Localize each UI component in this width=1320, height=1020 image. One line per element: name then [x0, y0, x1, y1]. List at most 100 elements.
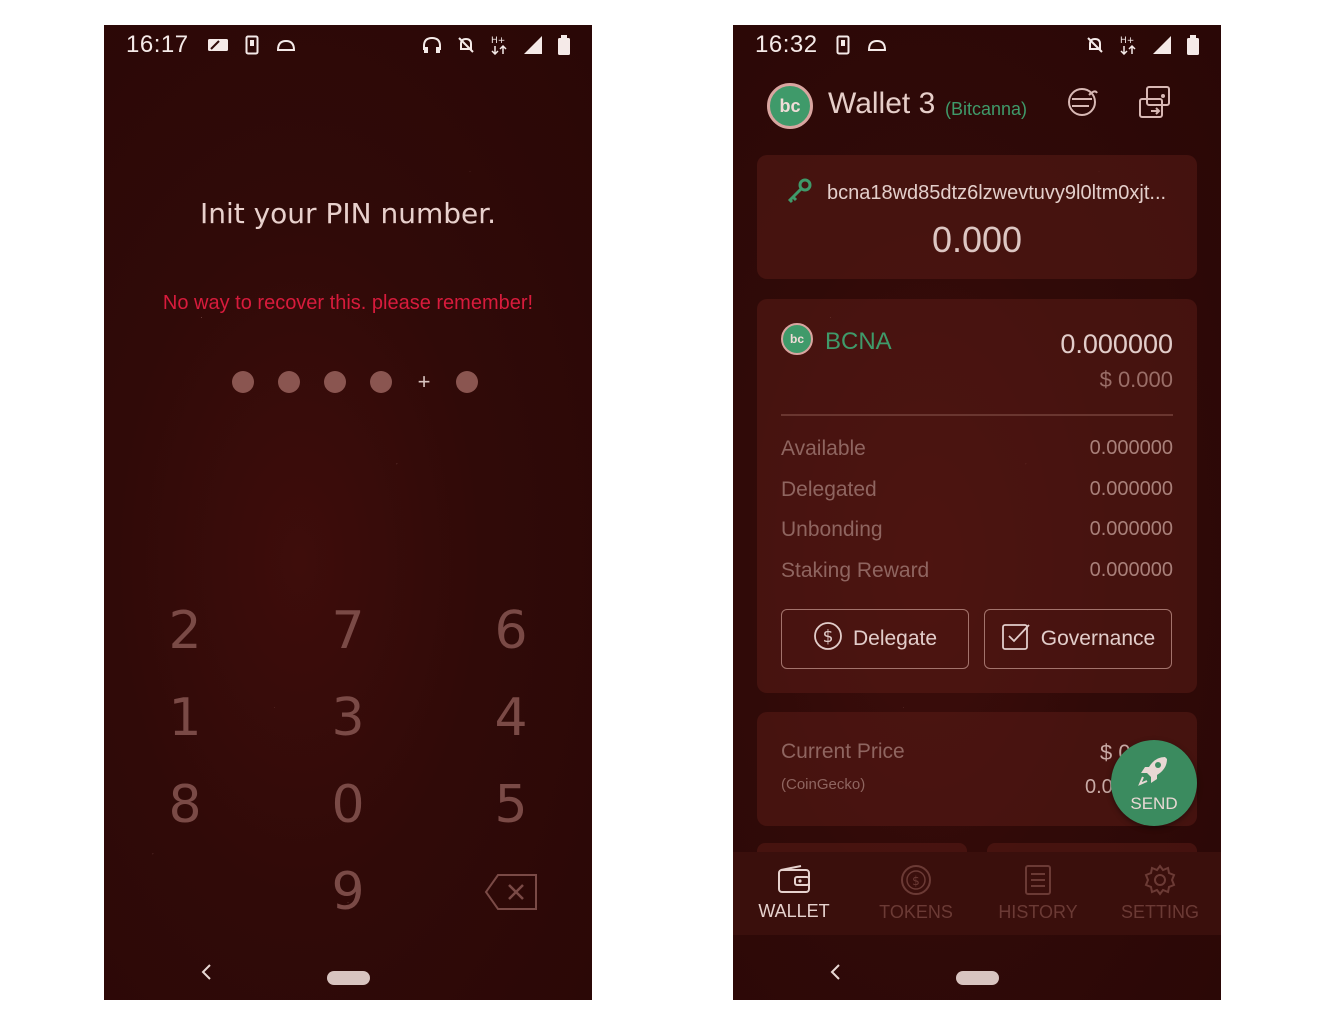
signal-icon [1151, 35, 1173, 55]
pin-plus: + [417, 369, 431, 394]
tab-setting[interactable]: SETTING [1099, 852, 1221, 935]
dollar-circle-icon: $ [813, 621, 843, 657]
data-arrows-icon: H+ [490, 35, 508, 55]
keypad-key[interactable]: 9 [288, 866, 408, 918]
pin-setup-screen: 16:17 H+ Init your PIN number. No way to… [104, 25, 592, 1000]
svg-text:$: $ [912, 874, 920, 888]
switch-wallet-icon[interactable] [1137, 85, 1173, 126]
keypad-key[interactable]: 7 [288, 605, 408, 657]
keypad-key[interactable]: 4 [451, 692, 571, 744]
stat-label: Available [781, 437, 866, 460]
battery-icon [1187, 35, 1199, 55]
wallet-chain: (Bitcanna) [945, 99, 1028, 119]
stat-value: 0.000000 [1089, 559, 1173, 581]
explorer-icon[interactable] [1065, 85, 1099, 124]
back-icon[interactable] [829, 963, 841, 985]
svg-text:H+: H+ [1120, 36, 1134, 46]
mute-icon [456, 35, 476, 55]
back-icon[interactable] [200, 963, 212, 985]
pin-dot [456, 371, 478, 393]
system-nav-bar [733, 935, 1221, 1000]
pin-dot [232, 371, 254, 393]
wallet-screen: 16:32 H+ bc Wallet 3 (Bitcanna) bcna18wd… [733, 25, 1221, 1000]
stat-label: Staking Reward [781, 559, 930, 582]
delegate-label: Delegate [852, 627, 938, 650]
document-icon [1024, 864, 1052, 896]
battery-icon [558, 35, 570, 55]
send-button[interactable]: SEND [1111, 740, 1197, 826]
phone-icon [245, 35, 259, 55]
status-bar: 16:32 H+ [733, 25, 1221, 65]
stat-value: 0.000000 [1089, 518, 1173, 540]
balance-card: bc BCNA 0.000000 $ 0.000 Available 0.000… [757, 299, 1197, 693]
tab-wallet[interactable]: WALLET [733, 852, 855, 935]
headphones-icon [422, 36, 442, 54]
tab-history[interactable]: HISTORY [977, 852, 1099, 935]
stat-row-delegated: Delegated 0.000000 [781, 478, 1173, 508]
home-pill[interactable] [956, 971, 999, 985]
pin-indicator: + [232, 371, 502, 393]
wallet-name[interactable]: Wallet 3 [828, 87, 935, 121]
starfield-background [104, 25, 592, 1000]
pin-dot [324, 371, 346, 393]
phone-icon [836, 35, 850, 55]
cloud-icon [275, 38, 297, 52]
gear-icon [1144, 864, 1176, 896]
token-usd-value: $ 0.000 [1099, 367, 1173, 392]
wallet-icon [777, 865, 811, 895]
governance-button[interactable]: Governance [984, 609, 1172, 669]
stat-label: Unbonding [781, 518, 883, 541]
stat-label: Delegated [781, 478, 877, 501]
rocket-icon [1137, 753, 1171, 792]
token-name: BCNA [825, 328, 892, 355]
governance-label: Governance [1040, 627, 1156, 650]
coins-icon: $ [900, 864, 932, 896]
keypad-key[interactable]: 1 [125, 692, 245, 744]
bottom-tab-bar: WALLET $ TOKENS HISTORY SETTING [733, 852, 1221, 935]
wallet-address[interactable]: bcna18wd85dtz6lzwevtuvy9l0ltm0xjt... [827, 182, 1187, 205]
keypad-key[interactable]: 8 [125, 779, 245, 831]
key-icon [785, 177, 813, 210]
keypad-key[interactable]: 6 [451, 605, 571, 657]
price-source: (CoinGecko) [781, 776, 866, 793]
divider [781, 414, 1173, 416]
checkbox-icon [1001, 621, 1031, 657]
tab-label: TOKENS [879, 902, 953, 922]
signal-icon [522, 35, 544, 55]
svg-text:$: $ [823, 627, 834, 647]
backspace-icon[interactable] [484, 873, 538, 916]
wallet-header: bc Wallet 3 (Bitcanna) [733, 83, 1221, 143]
token-amount: 0.000000 [1060, 329, 1173, 359]
keypad-key[interactable]: 3 [288, 692, 408, 744]
mute-icon [1085, 35, 1105, 55]
delegate-button[interactable]: $ Delegate [781, 609, 969, 669]
pin-title: Init your PIN number. [199, 197, 497, 230]
price-label: Current Price [781, 740, 905, 763]
send-label: SEND [1130, 793, 1178, 813]
tab-tokens[interactable]: $ TOKENS [855, 852, 977, 935]
card-icon [207, 37, 229, 53]
home-pill[interactable] [327, 971, 370, 985]
stat-value: 0.000000 [1089, 478, 1173, 500]
status-time: 16:17 [126, 31, 189, 58]
wallet-total-balance: 0.000 [931, 219, 1023, 260]
tab-label: HISTORY [998, 902, 1078, 922]
stat-row-staking-reward: Staking Reward 0.000000 [781, 559, 1173, 589]
svg-text:H+: H+ [491, 36, 505, 46]
stat-row-available: Available 0.000000 [781, 437, 1173, 467]
pin-dot [278, 371, 300, 393]
status-time: 16:32 [755, 31, 818, 58]
keypad-key[interactable]: 0 [288, 779, 408, 831]
pin-dot [370, 371, 392, 393]
tab-label: WALLET [758, 901, 830, 921]
stat-row-unbonding: Unbonding 0.000000 [781, 518, 1173, 548]
address-card: bcna18wd85dtz6lzwevtuvy9l0ltm0xjt... 0.0… [757, 155, 1197, 279]
keypad-key[interactable]: 5 [451, 779, 571, 831]
bitcanna-logo-icon: bc [767, 83, 813, 129]
status-bar: 16:17 H+ [104, 25, 592, 65]
tab-label: SETTING [1120, 902, 1199, 922]
keypad-key[interactable]: 2 [125, 605, 245, 657]
bcna-logo-icon: bc [781, 323, 813, 355]
cloud-icon [866, 38, 888, 52]
pin-warning: No way to recover this. please remember! [162, 292, 534, 314]
